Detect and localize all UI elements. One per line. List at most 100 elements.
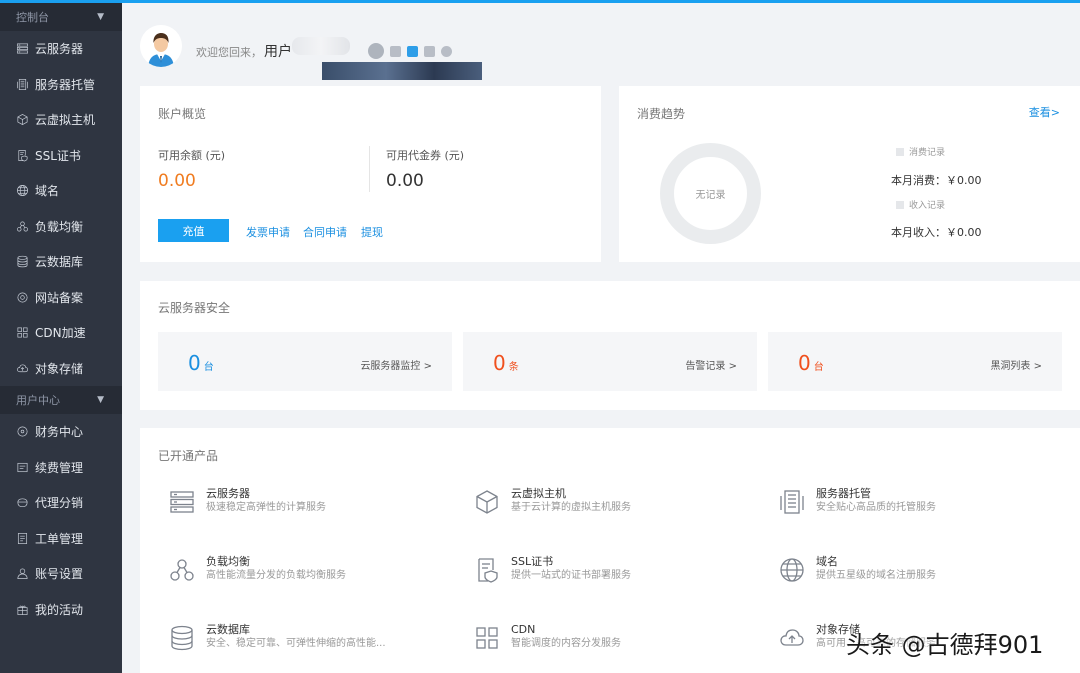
server-icon — [168, 488, 196, 516]
top-accent-bar — [0, 0, 1080, 3]
product-desc: 高性能流量分发的负载均衡服务 — [206, 570, 346, 581]
product-item[interactable]: 云数据库安全、稳定可靠、可弹性伸缩的高性能... — [168, 623, 386, 652]
product-item[interactable]: 域名 提供五星级的域名注册服务 — [778, 555, 936, 584]
sidebar-item-label: CDN加速 — [35, 326, 86, 341]
certificate-icon — [473, 556, 501, 584]
stat-unit: 台 — [203, 362, 214, 373]
month-spend: 本月消费：￥0.00 — [891, 174, 982, 187]
sidebar-item[interactable]: CDN加速 — [0, 315, 122, 351]
rack-icon — [778, 488, 806, 516]
card-title: 已开通产品 — [158, 449, 219, 463]
product-item[interactable]: CDN 智能调度的内容分发服务 — [473, 623, 621, 652]
database-icon — [16, 255, 29, 268]
certificate-icon — [16, 149, 29, 162]
sidebar-item[interactable]: 网站备案 — [0, 280, 122, 316]
caret-down-icon: ▼ — [97, 395, 104, 405]
rack-icon — [16, 78, 29, 91]
verification-icons — [368, 43, 452, 59]
avatar[interactable] — [140, 25, 182, 67]
finance-icon — [16, 425, 29, 438]
redacted-username — [292, 37, 350, 55]
agent-icon — [16, 496, 29, 509]
security-stat-box: 0 台 云服务器监控 > — [158, 332, 452, 391]
legend-income: 收入记录 — [896, 198, 945, 211]
database-icon — [168, 624, 196, 652]
stat-value: 0台 — [798, 351, 824, 375]
mail-icon[interactable] — [424, 45, 435, 57]
cube-icon — [16, 113, 29, 126]
sidebar-item[interactable]: 云虚拟主机 — [0, 102, 122, 138]
invoice-link[interactable]: 发票申请 — [246, 224, 290, 240]
product-item[interactable]: 服务器托管 安全贴心高品质的托管服务 — [778, 487, 936, 516]
sidebar-item-label: 工单管理 — [35, 531, 84, 546]
product-desc: 安全贴心高品质的托管服务 — [816, 502, 936, 513]
id-card-icon[interactable] — [390, 45, 401, 57]
voucher-value: 0.00 — [386, 171, 424, 191]
sidebar-item[interactable]: 账号设置 — [0, 556, 122, 592]
phone-icon[interactable] — [407, 45, 418, 57]
globe-icon — [16, 184, 29, 197]
product-name: 负载均衡 — [206, 555, 250, 568]
sidebar-item[interactable]: 云数据库 — [0, 244, 122, 280]
ticket-icon — [16, 532, 29, 545]
stat-link[interactable]: 告警记录 > — [685, 357, 737, 372]
product-item[interactable]: 云服务器 极速稳定高弹性的计算服务 — [168, 487, 326, 516]
legend-label: 收入记录 — [909, 201, 946, 211]
balance-value: 0.00 — [158, 171, 196, 191]
user-icon — [16, 567, 29, 580]
sidebar-section-console[interactable]: 控制台 ▼ — [0, 3, 122, 31]
stat-link[interactable]: 黑洞列表 > — [990, 357, 1042, 372]
cloud-upload-icon — [16, 362, 29, 375]
sidebar-item[interactable]: 云服务器 — [0, 31, 122, 67]
stat-link[interactable]: 云服务器监控 > — [360, 357, 432, 372]
contract-link[interactable]: 合同申请 — [303, 224, 347, 240]
sidebar-section-user[interactable]: 用户中心 ▼ — [0, 386, 122, 414]
stat-number: 0 — [493, 351, 506, 375]
card-title: 消费趋势 — [637, 107, 686, 121]
sidebar-item[interactable]: 续费管理 — [0, 450, 122, 486]
product-desc: 基于云计算的虚拟主机服务 — [511, 502, 631, 513]
sidebar-item-label: 财务中心 — [35, 425, 84, 440]
sidebar-item[interactable]: 代理分销 — [0, 485, 122, 521]
stat-value: 0台 — [188, 351, 214, 375]
sidebar-item[interactable]: 对象存储 — [0, 351, 122, 387]
view-more-link[interactable]: 查看> — [1029, 104, 1060, 120]
sidebar-item-label: 服务器托管 — [35, 77, 96, 92]
withdraw-link[interactable]: 提现 — [361, 224, 383, 240]
sidebar-item[interactable]: 工单管理 — [0, 521, 122, 557]
card-title: 账户概览 — [158, 107, 207, 121]
watermark: 头条 @古德拜901 — [846, 631, 1044, 659]
cloud-upload-icon — [778, 624, 806, 652]
empty-text: 无记录 — [695, 190, 726, 201]
redacted-banner — [322, 62, 482, 80]
sidebar-item[interactable]: 我的活动 — [0, 592, 122, 628]
product-name: 云虚拟主机 — [511, 487, 566, 500]
welcome-text: 欢迎您回来， 用户 — [196, 41, 292, 61]
product-name: CDN — [511, 623, 536, 636]
sidebar-item[interactable]: 域名 — [0, 173, 122, 209]
consumption-trend-card: 消费趋势 查看> 无记录 消费记录 本月消费：￥0.00 收入记录 本月收入：￥… — [619, 86, 1080, 262]
sidebar-item-label: 对象存储 — [35, 361, 84, 376]
sidebar-item[interactable]: 财务中心 — [0, 414, 122, 450]
shield-icon[interactable] — [441, 45, 452, 57]
account-overview-card: 账户概览 可用余额 (元) 0.00 可用代金券 (元) 0.00 充值 发票申… — [140, 86, 601, 262]
sidebar-item-label: 账号设置 — [35, 567, 84, 582]
cdn-icon — [473, 624, 501, 652]
username: 用户 — [264, 44, 292, 60]
product-name: 云数据库 — [206, 623, 250, 636]
product-desc: 提供五星级的域名注册服务 — [816, 570, 936, 581]
legend-swatch — [896, 147, 904, 156]
sidebar-item[interactable]: 负载均衡 — [0, 209, 122, 245]
product-item[interactable]: SSL证书 提供一站式的证书部署服务 — [473, 555, 631, 584]
product-item[interactable]: 云虚拟主机基于云计算的虚拟主机服务 — [473, 487, 631, 516]
product-desc: 安全、稳定可靠、可弹性伸缩的高性能... — [206, 638, 386, 649]
sidebar-item[interactable]: SSL证书 — [0, 138, 122, 174]
renew-icon — [16, 461, 29, 474]
legend-swatch — [896, 200, 904, 209]
product-name: SSL证书 — [511, 555, 554, 568]
sidebar-item[interactable]: 服务器托管 — [0, 67, 122, 103]
product-item[interactable]: 负载均衡高性能流量分发的负载均衡服务 — [168, 555, 346, 584]
vip-badge-icon[interactable] — [368, 43, 384, 59]
recharge-button[interactable]: 充值 — [158, 219, 229, 242]
sidebar-item-label: 域名 — [35, 184, 60, 199]
